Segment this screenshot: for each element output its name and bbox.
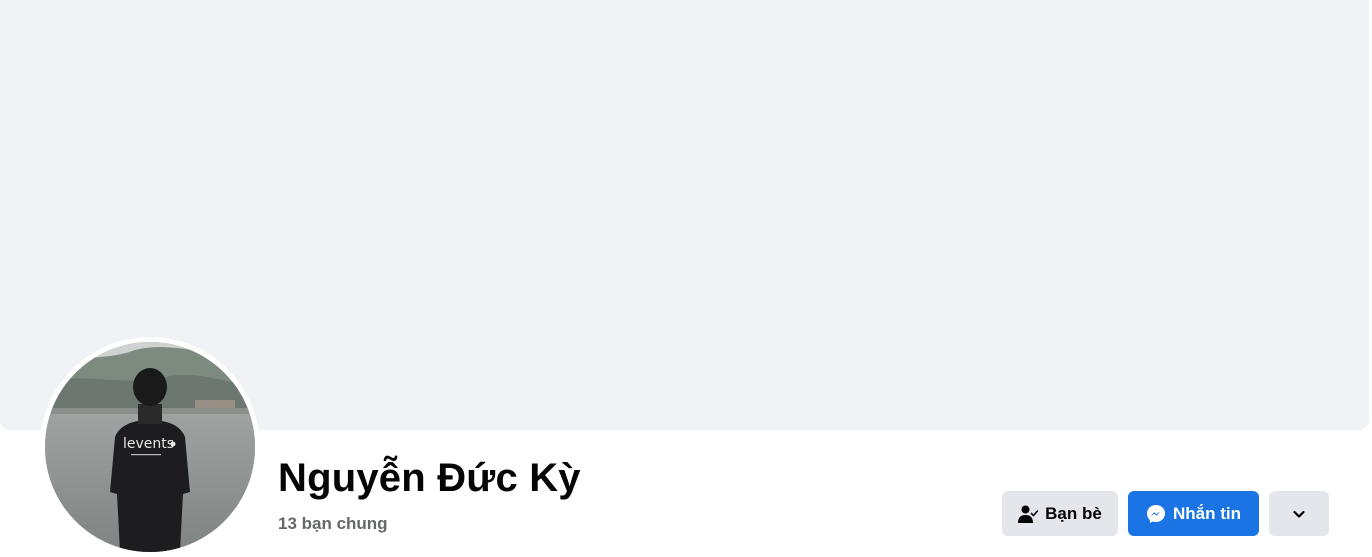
more-options-button[interactable] [1269, 491, 1329, 536]
friends-button[interactable]: Bạn bè [1002, 491, 1118, 536]
svg-text:levents: levents [123, 436, 174, 452]
messenger-icon [1146, 504, 1166, 524]
message-button[interactable]: Nhắn tin [1128, 491, 1259, 536]
person-check-icon [1018, 504, 1039, 524]
friends-button-label: Bạn bè [1045, 503, 1102, 523]
profile-name: Nguyễn Đức Kỳ [278, 456, 581, 500]
mutual-friends-count[interactable]: 13 bạn chung [278, 514, 388, 534]
message-button-label: Nhắn tin [1173, 503, 1241, 523]
profile-picture[interactable]: levents [45, 342, 255, 552]
profile-picture-frame: levents [40, 337, 260, 557]
profile-header: levents Nguyễn Đức Kỳ 13 bạn chung Bạn b… [0, 0, 1372, 557]
profile-photo-image: levents [45, 342, 255, 552]
chevron-down-icon [1291, 506, 1307, 522]
